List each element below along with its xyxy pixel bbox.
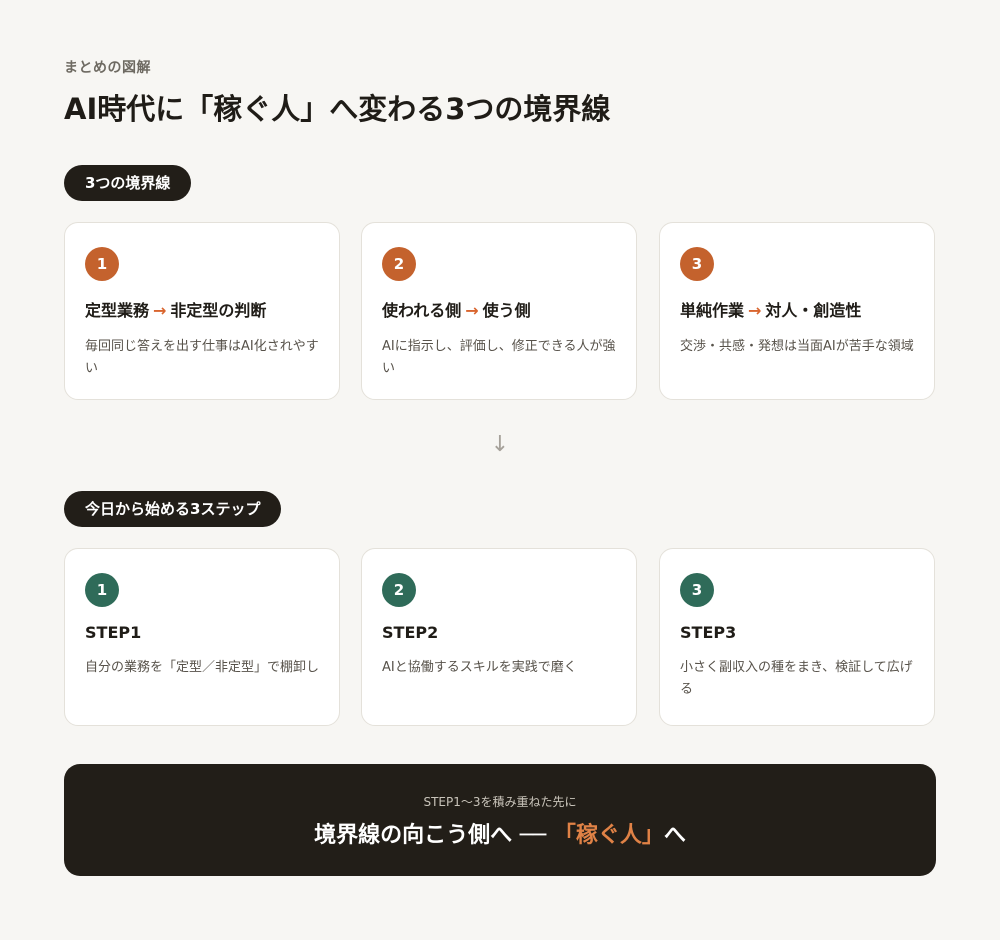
card-description: AIに指示し、評価し、修正できる人が強い <box>382 339 616 376</box>
card-description: 毎回同じ答えを出す仕事はAI化されやすい <box>85 339 319 376</box>
section-label-boundaries: 3つの境界線 <box>64 165 192 201</box>
card-title: 定型業務 → 非定型の判断 <box>85 297 319 321</box>
card-title: 使われる側 → 使う側 <box>382 297 616 321</box>
number-badge: 3 <box>680 573 714 607</box>
right-arrow-icon: → <box>465 301 479 320</box>
card-title-to: 対人・創造性 <box>765 301 862 320</box>
number-badge: 2 <box>382 573 416 607</box>
card-title-from: 単純作業 <box>680 301 745 320</box>
page-title: AI時代に「稼ぐ人」へ変わる3つの境界線 <box>64 92 611 126</box>
step-cards: 1 STEP1 自分の業務を「定型／非定型」で棚卸し 2 STEP2 AIと協働… <box>64 548 936 726</box>
card-description: 交渉・共感・発想は当面AIが苦手な領域 <box>680 339 914 354</box>
banner-headline: 境界線の向こう側へ ── 「稼ぐ人」へ <box>64 817 936 849</box>
card-title-to: 使う側 <box>482 301 531 320</box>
step-title: STEP2 <box>382 623 439 642</box>
number-badge: 2 <box>382 247 416 281</box>
boundary-cards: 1 定型業務 → 非定型の判断 毎回同じ答えを出す仕事はAI化されやすい 2 使われ… <box>64 222 936 400</box>
down-arrow-icon: ↓ <box>490 432 510 457</box>
card-title: 単純作業 → 対人・創造性 <box>680 297 914 321</box>
step-description: 自分の業務を「定型／非定型」で棚卸し <box>85 660 320 675</box>
step-description: AIと協働するスキルを実践で磨く <box>382 660 577 675</box>
card-title-to: 非定型の判断 <box>170 301 267 320</box>
banner-subtitle: STEP1〜3を積み重ねた先に <box>423 795 577 809</box>
step-description: 小さく副収入の種をまき、検証して広げる <box>680 660 913 697</box>
boundary-card: 1 定型業務 → 非定型の判断 毎回同じ答えを出す仕事はAI化されやすい <box>64 222 340 400</box>
conclusion-banner: STEP1〜3を積み重ねた先に 境界線の向こう側へ ── 「稼ぐ人」へ <box>64 764 936 876</box>
card-title-from: 定型業務 <box>85 301 150 320</box>
section-label-steps: 今日から始める3ステップ <box>64 491 282 527</box>
banner-headline-prefix: 境界線の向こう側へ ── <box>314 823 554 848</box>
card-title-from: 使われる側 <box>382 301 462 320</box>
step-card: 1 STEP1 自分の業務を「定型／非定型」で棚卸し <box>64 548 340 726</box>
boundary-card: 2 使われる側 → 使う側 AIに指示し、評価し、修正できる人が強い <box>361 222 637 400</box>
kicker-label: まとめの図解 <box>64 60 151 76</box>
boundary-card: 3 単純作業 → 対人・創造性 交渉・共感・発想は当面AIが苦手な領域 <box>659 222 935 400</box>
number-badge: 3 <box>680 247 714 281</box>
step-card: 2 STEP2 AIと協働するスキルを実践で磨く <box>361 548 637 726</box>
banner-headline-accent: 「稼ぐ人」 <box>553 823 664 848</box>
right-arrow-icon: → <box>748 301 762 320</box>
number-badge: 1 <box>85 573 119 607</box>
banner-headline-suffix: へ <box>663 823 686 848</box>
step-title: STEP3 <box>680 623 737 642</box>
step-card: 3 STEP3 小さく副収入の種をまき、検証して広げる <box>659 548 935 726</box>
step-title: STEP1 <box>85 623 142 642</box>
number-badge: 1 <box>85 247 119 281</box>
right-arrow-icon: → <box>153 301 167 320</box>
